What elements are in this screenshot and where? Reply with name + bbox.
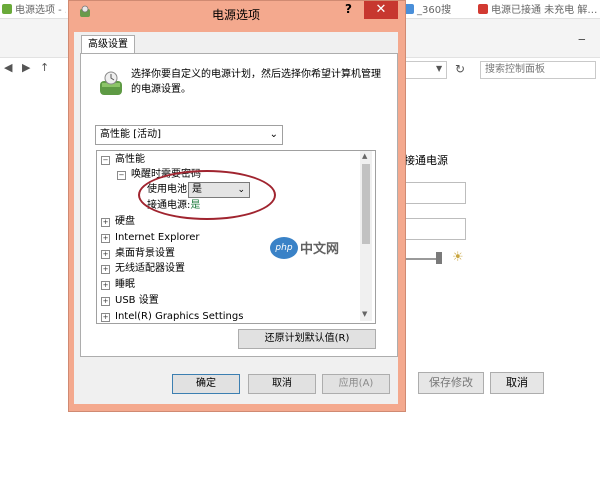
dialog-title: 电源选项: [211, 8, 260, 22]
browser-tab-2[interactable]: _360搜: [404, 1, 474, 17]
brightness-sun-icon: ☀: [452, 250, 464, 265]
help-icon[interactable]: ?: [345, 2, 352, 16]
tree-item-label: 无线适配器设置: [115, 263, 185, 274]
browser-tab-3[interactable]: 电源已接通 未充电 解…: [478, 1, 600, 17]
cancel-button[interactable]: 取消: [248, 374, 316, 394]
tab-label: 电源已接通 未充电 解…: [491, 5, 598, 16]
tree-item[interactable]: + Intel(R) Graphics Settings: [101, 310, 244, 323]
collapse-icon[interactable]: −: [117, 171, 126, 180]
expand-icon[interactable]: +: [101, 281, 110, 290]
expand-icon[interactable]: +: [101, 265, 110, 274]
tree-item-label: 高性能: [115, 154, 145, 165]
browser-tab-1[interactable]: 电源选项 - 3…: [2, 1, 66, 17]
watermark-text: 中文网: [300, 242, 340, 257]
annotation-circle: [138, 170, 276, 220]
tree-item-label: USB 设置: [115, 295, 159, 306]
plan-select[interactable]: 高性能 [活动] ⌄: [95, 125, 283, 145]
close-button[interactable]: ✕: [364, 1, 398, 19]
expand-icon[interactable]: +: [101, 297, 110, 306]
brightness-slider[interactable]: [404, 258, 440, 260]
tab-label: 电源选项 - 3…: [15, 5, 66, 16]
tree-item-label: 睡眠: [115, 279, 135, 290]
scroll-up-icon[interactable]: ▲: [362, 152, 367, 160]
tab-favicon: [478, 4, 488, 14]
expand-icon[interactable]: +: [101, 234, 110, 243]
minimize-icon[interactable]: ‒: [578, 32, 586, 46]
bg-cancel-button[interactable]: 取消: [490, 372, 544, 394]
plugged-in-column-label: 接通电源: [404, 154, 448, 167]
tree-item[interactable]: + 睡眠: [101, 278, 135, 292]
tab-favicon: [2, 4, 12, 14]
refresh-icon[interactable]: ↻: [452, 61, 468, 77]
tree-item-label: 桌面背景设置: [115, 248, 175, 259]
ok-button[interactable]: 确定: [172, 374, 240, 394]
tree-item[interactable]: + Internet Explorer: [101, 231, 200, 245]
dialog-description: 选择你要自定义的电源计划，然后选择你希望计算机管理的电源设置。: [131, 69, 381, 95]
tree-item-label: Internet Explorer: [115, 232, 200, 243]
chevron-down-icon: ⌄: [269, 129, 278, 140]
scroll-down-icon[interactable]: ▼: [362, 310, 367, 318]
save-changes-button[interactable]: 保存修改: [418, 372, 484, 394]
watermark-logo: php: [270, 237, 298, 259]
tree-item-label: 硬盘: [115, 216, 135, 227]
tree-scrollbar-thumb[interactable]: [362, 164, 370, 244]
tab-advanced-settings[interactable]: 高级设置: [81, 35, 135, 54]
apply-button[interactable]: 应用(A): [322, 374, 390, 394]
power-options-icon: [78, 5, 92, 19]
plan-select-value: 高性能 [活动]: [100, 129, 161, 140]
bg-setting-select-1[interactable]: [404, 182, 466, 204]
tree-item[interactable]: + 桌面背景设置: [101, 247, 175, 261]
tree-item[interactable]: + 硬盘: [101, 215, 135, 229]
expand-icon[interactable]: +: [101, 250, 110, 259]
collapse-icon[interactable]: −: [101, 156, 110, 165]
up-arrow-icon[interactable]: ↑: [40, 61, 49, 74]
brightness-slider-thumb[interactable]: [436, 252, 442, 264]
search-input[interactable]: 搜索控制面板: [480, 61, 596, 79]
expand-icon[interactable]: +: [101, 218, 110, 227]
tree-item[interactable]: + 无线适配器设置: [101, 262, 185, 276]
tree-item[interactable]: + USB 设置: [101, 294, 159, 308]
tree-item-root[interactable]: − 高性能: [101, 153, 145, 167]
power-plan-icon: [96, 69, 126, 99]
forward-icon[interactable]: ▶: [22, 61, 30, 74]
restore-defaults-button[interactable]: 还原计划默认值(R): [238, 329, 376, 349]
expand-icon[interactable]: +: [101, 313, 110, 322]
back-icon[interactable]: ◀: [4, 61, 12, 74]
tree-item-label: Intel(R) Graphics Settings: [115, 311, 244, 322]
address-dropdown-icon[interactable]: ▼: [436, 64, 442, 73]
bg-setting-select-2[interactable]: [404, 218, 466, 240]
tab-label: _360搜: [417, 5, 452, 16]
